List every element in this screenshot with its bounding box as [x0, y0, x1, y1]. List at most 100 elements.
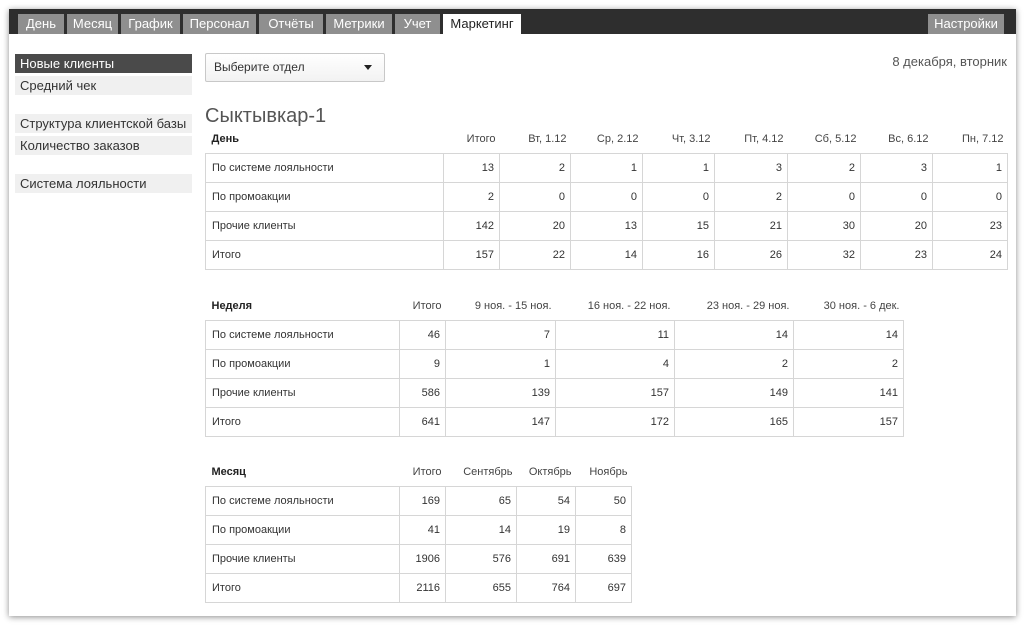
row-label: Итого	[205, 572, 400, 603]
column-header: Итого	[466, 133, 496, 146]
table-cell: 9	[399, 348, 446, 379]
table-cell: 7	[445, 319, 556, 350]
sidebar-item-loyalty-system[interactable]: Система лояльности	[15, 174, 192, 193]
table-cell: 2	[674, 348, 794, 379]
table-row: Прочие клиенты 142 20 13 15 21 30 20 23	[205, 210, 1008, 241]
table-cell: 1	[642, 152, 715, 183]
sidebar-item-average-check[interactable]: Средний чек	[15, 76, 192, 95]
row-label: Итого	[205, 239, 444, 270]
settings-button[interactable]: Настройки	[928, 14, 1004, 34]
table-cell: 32	[787, 239, 861, 270]
column-header: Октябрь	[528, 466, 572, 479]
table-cell: 157	[443, 239, 500, 270]
table-cell: 172	[555, 406, 675, 437]
table-cell: 2	[787, 152, 861, 183]
table-cell: 19	[516, 514, 576, 545]
table-row: По системе лояльности 169 65 54 50	[205, 485, 632, 516]
table-cell: 14	[445, 514, 517, 545]
table-cell: 13	[443, 152, 500, 183]
table-cell: 0	[860, 181, 933, 212]
table-cell: 641	[399, 406, 446, 437]
table-cell: 169	[399, 485, 446, 516]
table-row: По системе лояльности 13 2 1 1 3 2 3 1	[205, 152, 1008, 183]
column-header: 23 ноя. - 29 ноя.	[706, 300, 790, 313]
tab-schedule[interactable]: График	[121, 14, 180, 34]
table-cell: 0	[642, 181, 715, 212]
app-window: День Месяц График Персонал Отчёты Метрик…	[9, 9, 1016, 616]
row-label: По промоакции	[205, 348, 400, 379]
column-header: Вт, 1.12	[528, 133, 567, 146]
week-table: Неделя Итого 9 ноя. - 15 ноя. 16 ноя. - …	[205, 293, 904, 437]
tab-staff[interactable]: Персонал	[183, 14, 256, 34]
sidebar-item-order-count[interactable]: Количество заказов	[15, 136, 192, 155]
table-row: По системе лояльности 46 7 11 14 14	[205, 319, 904, 350]
table-cell: 2116	[399, 572, 446, 603]
column-header: Пт, 4.12	[744, 133, 784, 146]
department-select[interactable]: Выберите отдел	[205, 53, 385, 82]
location-title: Сыктывкар-1	[205, 105, 327, 127]
column-header: Пн, 7.12	[961, 133, 1004, 146]
table-cell: 13	[570, 210, 643, 241]
table-cell: 697	[575, 572, 632, 603]
row-label: Прочие клиенты	[205, 210, 444, 241]
month-table: Месяц Итого Сентябрь Октябрь Ноябрь По с…	[205, 459, 632, 603]
table-cell: 14	[674, 319, 794, 350]
column-header: Неделя	[211, 300, 253, 313]
table-cell: 8	[575, 514, 632, 545]
table-cell: 46	[399, 319, 446, 350]
column-header: Сб, 5.12	[814, 133, 857, 146]
table-cell: 30	[787, 210, 861, 241]
table-cell: 2	[714, 181, 788, 212]
table-cell: 157	[555, 377, 675, 408]
table-cell: 1	[570, 152, 643, 183]
column-header: Ср, 2.12	[596, 133, 639, 146]
department-select-value: Выберите отдел	[214, 60, 305, 74]
table-row: Прочие клиенты 586 139 157 149 141	[205, 377, 904, 408]
table-cell: 142	[443, 210, 500, 241]
table-cell: 764	[516, 572, 576, 603]
tab-month[interactable]: Месяц	[67, 14, 118, 34]
row-label: По системе лояльности	[205, 319, 400, 350]
table-cell: 655	[445, 572, 517, 603]
table-header-row: Месяц Итого Сентябрь Октябрь Ноябрь	[206, 459, 632, 486]
table-cell: 147	[445, 406, 556, 437]
table-cell: 3	[860, 152, 933, 183]
table-row: Прочие клиенты 1906 576 691 639	[205, 543, 632, 574]
tab-reports[interactable]: Отчёты	[259, 14, 323, 34]
table-cell: 0	[932, 181, 1008, 212]
column-header: Месяц	[211, 466, 246, 479]
sidebar-item-new-clients[interactable]: Новые клиенты	[15, 54, 192, 73]
table-cell: 2	[443, 181, 500, 212]
column-header: Итого	[412, 466, 442, 479]
table-cell: 586	[399, 377, 446, 408]
column-header: Сентябрь	[463, 466, 513, 479]
row-label: По промоакции	[205, 514, 400, 545]
table-row: Итого 157 22 14 16 26 32 23 24	[205, 239, 1008, 270]
table-cell: 0	[499, 181, 571, 212]
tab-accounting[interactable]: Учет	[395, 14, 440, 34]
column-header: Вс, 6.12	[888, 133, 929, 146]
table-cell: 16	[642, 239, 715, 270]
day-table: День Итого Вт, 1.12 Ср, 2.12 Чт, 3.12 Пт…	[205, 126, 1008, 270]
table-header-row: Неделя Итого 9 ноя. - 15 ноя. 16 ноя. - …	[206, 293, 904, 320]
tab-metrics[interactable]: Метрики	[326, 14, 392, 34]
column-header: 30 ноя. - 6 дек.	[823, 300, 900, 313]
table-cell: 1	[445, 348, 556, 379]
column-header: 9 ноя. - 15 ноя.	[474, 300, 552, 313]
table-cell: 691	[516, 543, 576, 574]
table-cell: 41	[399, 514, 446, 545]
table-header-row: День Итого Вт, 1.12 Ср, 2.12 Чт, 3.12 Пт…	[206, 126, 1008, 153]
tab-marketing[interactable]: Маркетинг	[443, 14, 521, 34]
table-cell: 3	[714, 152, 788, 183]
sidebar-item-client-structure[interactable]: Структура клиентской базы	[15, 114, 192, 133]
row-label: По системе лояльности	[205, 485, 400, 516]
table-row: По промоакции 41 14 19 8	[205, 514, 632, 545]
table-cell: 22	[499, 239, 571, 270]
table-cell: 165	[674, 406, 794, 437]
table-cell: 20	[860, 210, 933, 241]
tab-day[interactable]: День	[18, 14, 64, 34]
current-date: 8 декабря, вторник	[892, 54, 1007, 69]
table-cell: 20	[499, 210, 571, 241]
row-label: По промоакции	[205, 181, 444, 212]
table-cell: 141	[793, 377, 904, 408]
